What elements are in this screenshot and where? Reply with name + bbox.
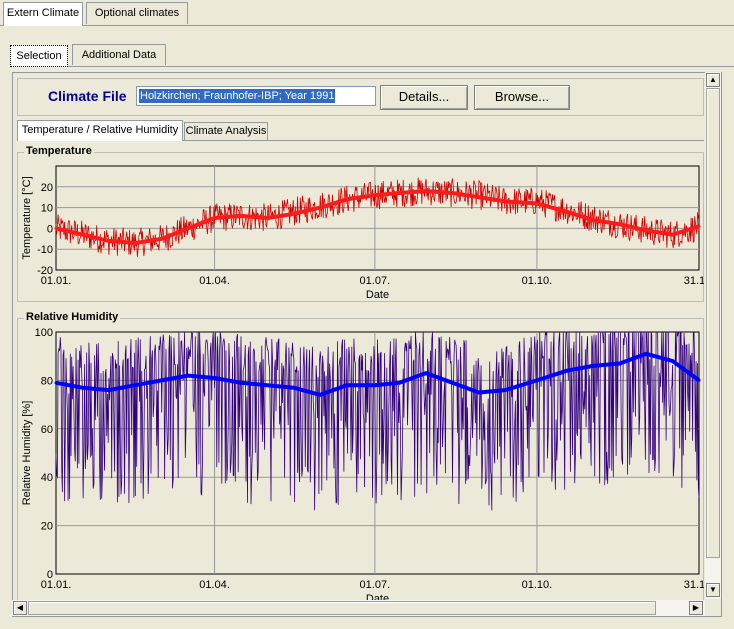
mean-series-point <box>591 364 595 368</box>
climate-file-field[interactable]: Holzkirchen; Fraunhofer-IBP; Year 1991 <box>136 86 376 106</box>
mean-series-point <box>345 197 349 201</box>
mean-series-point <box>671 233 675 237</box>
mean-series-point <box>535 201 539 205</box>
x-tick-label: 01.04. <box>199 275 230 287</box>
humidity-group-title: Relative Humidity <box>24 311 121 323</box>
mean-series-point <box>644 228 648 232</box>
mean-series-point <box>535 378 539 382</box>
y-tick-label: 80 <box>41 375 53 387</box>
mean-series-point <box>697 378 701 382</box>
mean-series-point <box>618 222 622 226</box>
mean-series-point <box>80 386 84 390</box>
mean-series-point <box>697 224 701 228</box>
vertical-scroll-thumb[interactable] <box>706 88 720 558</box>
mean-series-point <box>398 191 402 195</box>
x-tick-label: 01.10. <box>522 275 553 287</box>
details-button[interactable]: Details... <box>380 85 468 110</box>
scroll-up-button[interactable]: ▲ <box>706 73 720 87</box>
mean-series-point <box>186 226 190 230</box>
tab-climate-analysis[interactable]: Climate Analysis <box>184 122 268 141</box>
mean-series-point <box>54 381 58 385</box>
humidity-chart: 02040608010001.01. 01.04. 01.07. 01.10. 31.1… <box>21 327 704 604</box>
x-axis-label: Date <box>366 289 389 301</box>
mean-series-point <box>373 383 377 387</box>
x-tick-label: 31.12. <box>684 275 704 287</box>
tab-selection[interactable]: Selection <box>10 45 68 67</box>
mean-series-point <box>133 241 137 245</box>
mean-series-point <box>239 214 243 218</box>
mean-series-point <box>345 383 349 387</box>
horizontal-scroll-thumb[interactable] <box>28 601 656 615</box>
vertical-scrollbar[interactable]: ▲ ▼ <box>705 72 721 599</box>
mean-series-point <box>618 361 622 365</box>
mean-series-point <box>398 381 402 385</box>
mean-series-point <box>591 218 595 222</box>
top-tab-divider <box>0 25 734 26</box>
mean-series-point <box>107 388 111 392</box>
x-tick-label: 01.07. <box>360 275 391 287</box>
mean-series-point <box>107 239 111 243</box>
x-tick-label: 01.04. <box>199 579 230 591</box>
browse-button[interactable]: Browse... <box>474 85 570 110</box>
mean-series-point <box>373 193 377 197</box>
mean-series-point <box>160 237 164 241</box>
mean-series-point <box>186 374 190 378</box>
mean-series-point <box>450 191 454 195</box>
mean-series-point <box>565 369 569 373</box>
mean-series-point <box>424 371 428 375</box>
mean-series-point <box>671 359 675 363</box>
y-tick-label: 40 <box>41 472 53 484</box>
y-tick-label: 60 <box>41 424 53 436</box>
mean-series-point <box>644 352 648 356</box>
mean-series-point <box>213 216 217 220</box>
y-tick-label: 100 <box>35 327 53 339</box>
mean-series-point <box>80 233 84 237</box>
y-axis-label: Temperature [°C] <box>21 176 33 259</box>
y-tick-label: 0 <box>47 223 53 235</box>
y-tick-label: 20 <box>41 521 53 533</box>
y-tick-label: 20 <box>41 182 53 194</box>
mean-series-point <box>424 189 428 193</box>
tab-additional-data[interactable]: Additional Data <box>72 44 166 65</box>
mean-series-point <box>265 216 269 220</box>
mean-series-point <box>318 393 322 397</box>
x-tick-label: 01.07. <box>360 579 391 591</box>
tab-temperature-humidity[interactable]: Temperature / Relative Humidity <box>17 120 183 141</box>
horizontal-scrollbar[interactable]: ◀ ▶ <box>12 600 705 616</box>
tab-extern-climate[interactable]: Extern Climate <box>3 2 83 26</box>
mean-series-point <box>450 381 454 385</box>
sub-tab-divider <box>10 66 734 67</box>
mean-series-point <box>213 376 217 380</box>
tab-optional-climates[interactable]: Optional climates <box>86 2 188 24</box>
y-axis-label: Relative Humidity [%] <box>21 401 33 506</box>
y-tick-label: -10 <box>37 244 53 256</box>
mean-series-point <box>265 383 269 387</box>
mean-series-point <box>503 199 507 203</box>
temperature-group-title: Temperature <box>24 145 94 157</box>
climate-file-value: Holzkirchen; Fraunhofer-IBP; Year 1991 <box>139 89 336 103</box>
mean-series-point <box>133 383 137 387</box>
mean-series-point <box>292 386 296 390</box>
mean-series-point <box>477 195 481 199</box>
mean-series-point <box>477 391 481 394</box>
mean-series-point <box>239 381 243 385</box>
mean-series-point <box>54 226 58 230</box>
x-tick-label: 01.01. <box>41 579 72 591</box>
x-tick-label: 01.01. <box>41 275 72 287</box>
scroll-down-button[interactable]: ▼ <box>706 583 720 597</box>
mean-series-point <box>318 206 322 210</box>
y-tick-label: 10 <box>41 203 53 215</box>
scroll-left-button[interactable]: ◀ <box>13 601 27 615</box>
mean-series-point <box>292 212 296 216</box>
mean-series-point <box>160 378 164 382</box>
climate-file-label: Climate File <box>48 88 127 104</box>
mean-series-point <box>565 210 569 214</box>
mean-series-point <box>503 388 507 392</box>
x-tick-label: 01.10. <box>522 579 553 591</box>
temperature-chart: -20-100102001.01.01.04.01.07.01.10.31.12… <box>21 165 704 301</box>
scroll-right-button[interactable]: ▶ <box>689 601 703 615</box>
x-tick-label: 31.12. <box>684 579 704 591</box>
